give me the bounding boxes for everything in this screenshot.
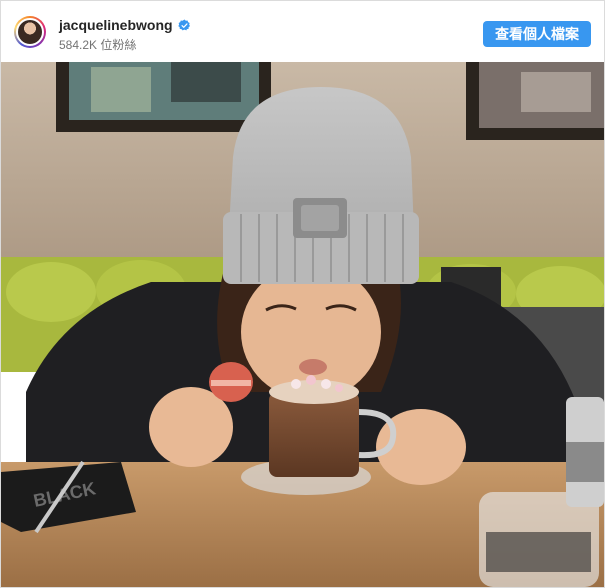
- painting-right: [466, 62, 604, 140]
- username-link[interactable]: jacquelinebwong: [59, 17, 173, 33]
- view-profile-button[interactable]: 查看個人檔案: [483, 21, 591, 47]
- grey-beanie: [223, 87, 419, 284]
- user-info: jacquelinebwong 584.2K 位粉絲: [59, 17, 191, 53]
- post-header: jacquelinebwong 584.2K 位粉絲 查看個人檔案: [1, 1, 604, 58]
- verified-badge-icon: [177, 19, 190, 30]
- pepper-grinder: [566, 397, 604, 507]
- avatar[interactable]: [14, 16, 46, 48]
- painting-left: [56, 62, 271, 132]
- post-photo[interactable]: BLACK: [1, 62, 604, 587]
- macaron: [209, 362, 253, 402]
- username-row: jacquelinebwong: [59, 17, 191, 33]
- follower-count: 584.2K 位粉絲: [59, 38, 137, 52]
- photo-illustration: BLACK: [1, 62, 604, 587]
- avatar-image: [16, 18, 44, 46]
- instagram-embed: jacquelinebwong 584.2K 位粉絲 查看個人檔案 BLACK: [0, 0, 605, 588]
